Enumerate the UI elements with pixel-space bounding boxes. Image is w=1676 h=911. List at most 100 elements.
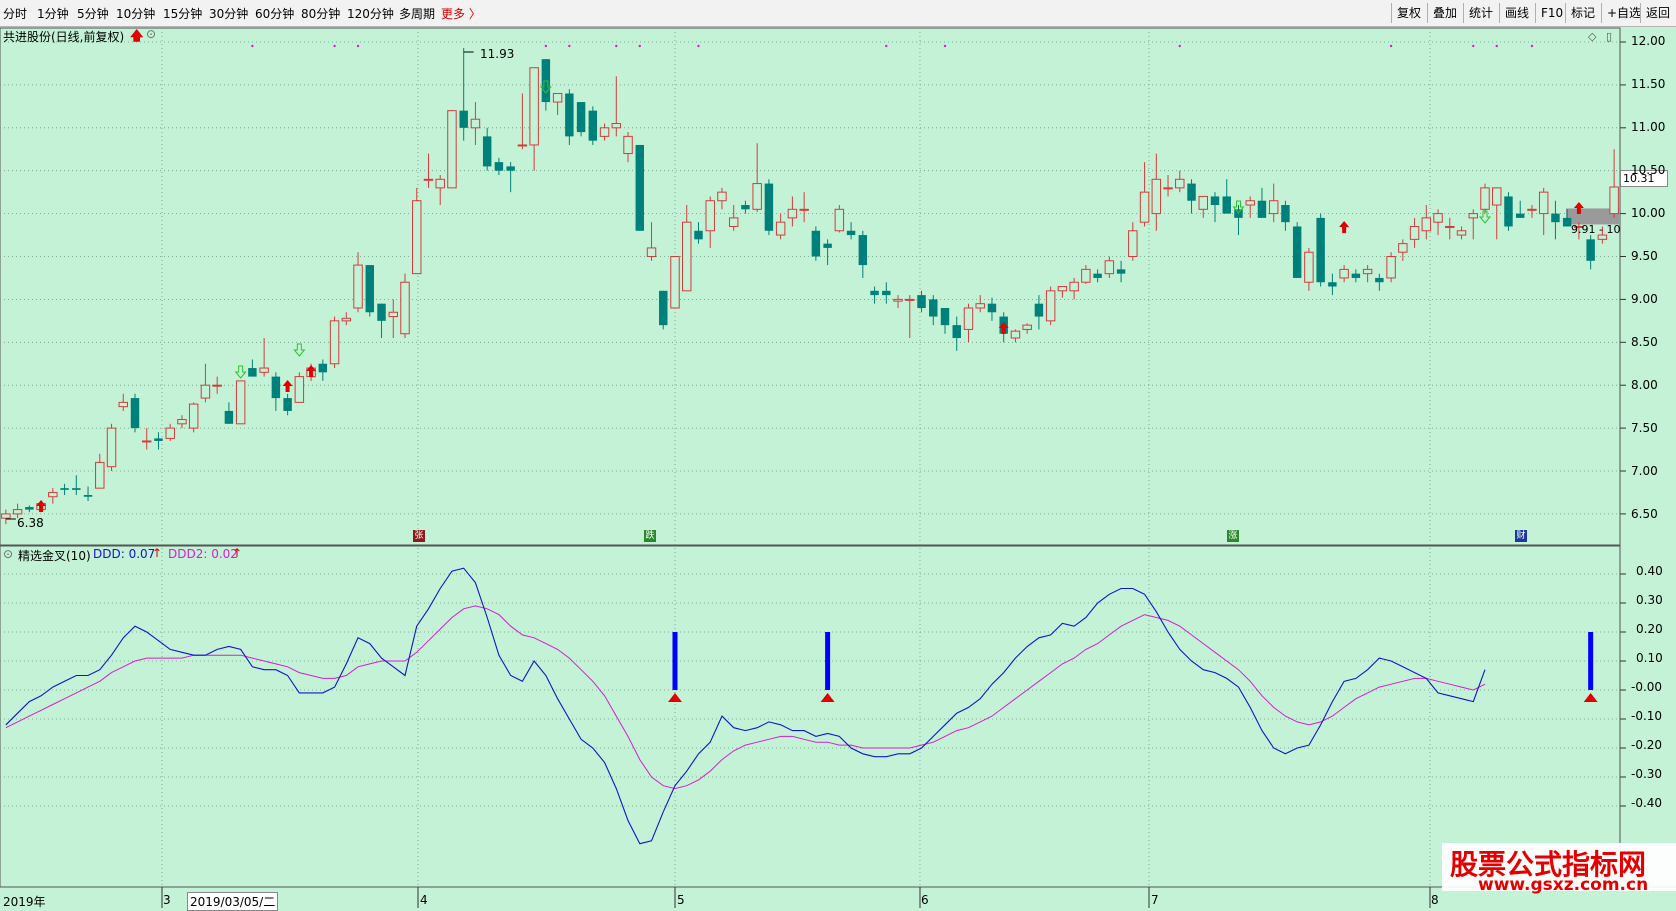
event-marker-zhang2[interactable]: 涨: [1227, 530, 1239, 542]
candle-body: [1492, 187, 1502, 206]
watermark-url: www.gsxz.com.cn: [1478, 875, 1649, 895]
indicator-axis-label: 0.40: [1636, 564, 1663, 578]
candle-body: [1386, 256, 1396, 279]
time-axis-label: 5: [677, 893, 685, 907]
price-range-label: 9.91 - 10: [1571, 223, 1621, 236]
candle-body: [987, 303, 997, 313]
indicator-name[interactable]: 精选金叉(10): [18, 547, 91, 564]
time-axis-label: 3: [163, 893, 171, 907]
candle-body: [646, 247, 657, 257]
candle-body: [1538, 191, 1549, 215]
sell-arrow-icon: [293, 343, 306, 357]
candle-body: [1304, 251, 1314, 283]
candle-body: [118, 401, 128, 408]
indicator-settings-icon[interactable]: ⊙: [3, 547, 13, 561]
top-marker-dot: [544, 44, 548, 48]
event-marker-die[interactable]: 跌: [644, 530, 656, 542]
indicator-axis-label: 0.10: [1636, 651, 1663, 665]
ddd2-line: [5, 605, 1486, 790]
candle-body: [659, 290, 668, 326]
time-axis-label: 4: [420, 893, 428, 907]
candle-body: [341, 317, 352, 322]
event-marker-zhang[interactable]: 张: [413, 530, 425, 542]
candle-body: [294, 376, 305, 403]
candle-body: [682, 221, 692, 292]
indicator-axis-label: 0.30: [1636, 593, 1663, 607]
candle-body: [787, 208, 798, 219]
candle-body: [882, 290, 891, 296]
candle-body: [1116, 269, 1126, 274]
settings-circle-icon[interactable]: ⊙: [146, 27, 156, 41]
candle-body: [259, 367, 269, 373]
candle-body: [834, 208, 845, 232]
candle-body: [1316, 217, 1325, 283]
candle-body: [48, 491, 58, 498]
candle-body: [705, 200, 715, 232]
high-price-label: 11.93: [480, 47, 515, 61]
candle-body: [929, 299, 938, 317]
candle-body: [1504, 196, 1513, 227]
candle-body: [83, 495, 93, 497]
candle-body: [400, 281, 410, 335]
candle-body: [435, 178, 445, 189]
signal-bar: [1588, 632, 1594, 690]
candle-body: [858, 235, 868, 266]
price-axis-label: 7.00: [1631, 464, 1658, 478]
candle-body: [95, 461, 105, 489]
chart-canvas[interactable]: [0, 0, 1676, 908]
signal-triangle-icon: [1583, 693, 1598, 702]
price-axis-label: 11.00: [1631, 120, 1666, 134]
time-axis-label: 8: [1431, 893, 1439, 907]
candle-body: [142, 440, 152, 443]
candle-body: [412, 200, 422, 275]
indicator-axis-label: -0.10: [1631, 709, 1663, 723]
candle-body: [670, 256, 680, 309]
candle-body: [72, 488, 81, 490]
candle-body: [1456, 230, 1467, 236]
candle-body: [623, 135, 633, 155]
candle-body: [283, 398, 292, 411]
indicator-axis-label: -0.20: [1631, 738, 1663, 752]
candle-body: [823, 243, 832, 248]
diamond-icon[interactable]: ◇: [1588, 30, 1596, 43]
signal-triangle-icon: [668, 693, 682, 702]
stock-title[interactable]: 共进股份(日线,前复权): [3, 28, 124, 45]
candle-body: [635, 144, 645, 231]
candle-body: [1045, 290, 1056, 322]
buy-arrow-icon: [282, 380, 293, 392]
candle-body: [1551, 213, 1560, 223]
candle-body: [1351, 273, 1361, 278]
candle-body: [1187, 183, 1196, 201]
candle-body: [1281, 205, 1290, 223]
candle-body: [1339, 268, 1349, 279]
candle-body: [212, 384, 222, 387]
candle-body: [1609, 186, 1619, 215]
event-marker-cai[interactable]: 财: [1515, 530, 1527, 542]
indicator-axis-label: 0.20: [1636, 622, 1663, 636]
ddd-up-arrow-icon: ↑: [152, 546, 163, 560]
candle-body: [1210, 196, 1220, 206]
candle-body: [799, 208, 809, 211]
time-axis-label: 2019年: [3, 895, 46, 909]
signal-bar: [672, 632, 678, 690]
window-toggle-icon[interactable]: ▯: [1606, 30, 1612, 43]
candle-body: [940, 307, 950, 326]
candle-body: [1163, 187, 1173, 190]
top-marker-dot: [251, 44, 254, 48]
candle-body: [1527, 208, 1537, 211]
candle-body: [1151, 178, 1162, 215]
top-marker-dot: [885, 44, 888, 48]
time-axis-label: 7: [1151, 893, 1159, 907]
top-marker-dot: [615, 44, 618, 48]
candle-body: [177, 419, 187, 425]
top-marker-dot: [1178, 44, 1181, 48]
candle-body: [154, 438, 163, 441]
candle-body: [1433, 213, 1443, 223]
candle-body: [1586, 239, 1595, 261]
price-axis-label: 9.50: [1631, 249, 1658, 263]
indicator-panel-frame: [0, 545, 1621, 888]
candle-body: [1409, 225, 1420, 240]
candle-body: [482, 136, 492, 167]
candle-body: [1245, 200, 1255, 206]
top-marker-dot: [568, 44, 571, 48]
